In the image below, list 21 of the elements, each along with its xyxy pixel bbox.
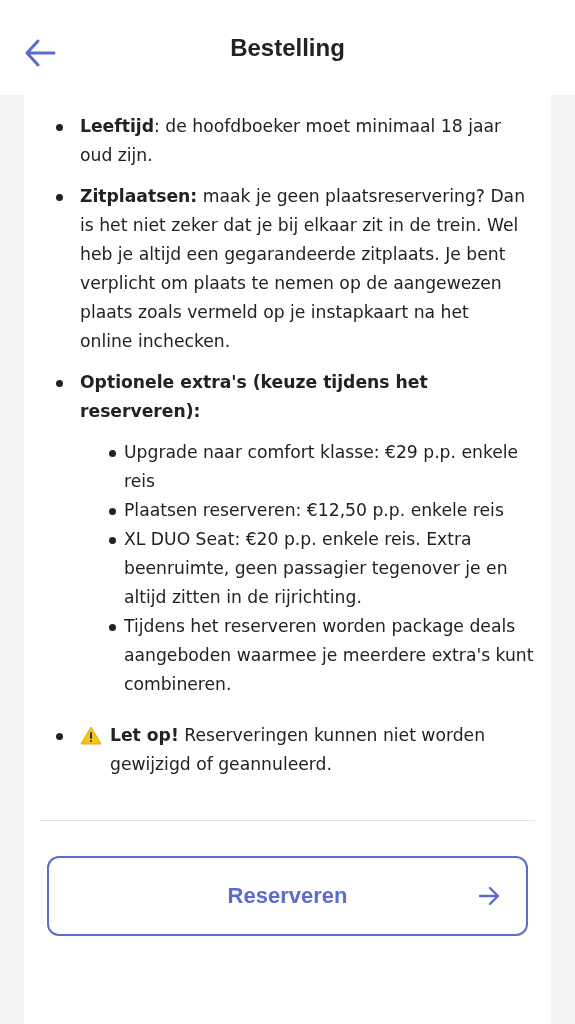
warning-text: Let op! Reserveringen kunnen niet worden gewijzigd of geannuleerd. (110, 724, 487, 776)
bullet-dot (109, 624, 116, 631)
bullet-dot (56, 380, 63, 387)
bullet-dot (56, 124, 63, 131)
reserve-button[interactable]: Reserveren (47, 856, 528, 936)
warning-icon (80, 726, 102, 745)
info-text: Zitplaatsen: maak je geen plaatsreservering? Dan is het niet zeker dat je bij elkaar zit in de trein. Wel heb je altijd een gegarandeerde zitplaats. Je bent verplicht om plaats te nemen op de aangewezen plaats zoals vermeld op je instapkaart na het online inchecken. (80, 186, 526, 351)
info-text: Optionele extra's (keuze tijdens het reserveren): (80, 372, 428, 421)
info-text: Leeftijd: de hoofdboeker moet minimaal 18 jaar oud zijn. (80, 116, 502, 165)
arrow-right-icon (478, 886, 500, 906)
bullet-dot (56, 733, 63, 740)
bullet-dot (109, 508, 116, 515)
back-arrow-icon[interactable] (24, 38, 56, 68)
bullet-dot (109, 450, 116, 457)
bullet-dot (56, 194, 63, 201)
page-title: Bestelling (230, 33, 345, 62)
option-text: Plaatsen reserveren: €12,50 p.p. enkele reis (124, 500, 504, 520)
option-text: Tijdens het reserveren worden package deals aangeboden waarmee je meerdere extra's kunt combineren. (124, 616, 534, 694)
bullet-dot (109, 537, 116, 544)
option-text: XL DUO Seat: €20 p.p. enkele reis. Extra beenruimte, geen passagier tegenover je en altijd zitten in de rijrichting. (124, 529, 508, 607)
option-text: Upgrade naar comfort klasse: €29 p.p. enkele reis (124, 442, 519, 491)
